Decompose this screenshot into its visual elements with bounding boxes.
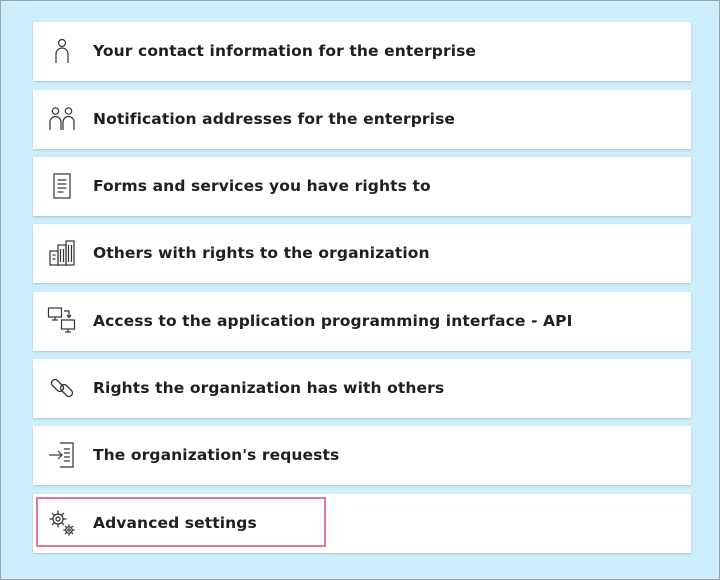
building-icon (47, 238, 77, 268)
person-icon (47, 36, 77, 66)
menu-item-rights-with-others[interactable]: Rights the organization has with others (33, 359, 691, 418)
menu-item-label: Your contact information for the enterpr… (93, 42, 477, 60)
gears-icon (47, 508, 77, 538)
menu-item-contact-information[interactable]: Your contact information for the enterpr… (33, 22, 691, 81)
menu-item-label: Rights the organization has with others (93, 379, 445, 397)
menu-item-label: The organization's requests (93, 446, 340, 464)
menu-item-others-with-rights[interactable]: Others with rights to the organization (33, 224, 691, 283)
link-icon (47, 373, 77, 403)
arrow-into-document-icon (47, 440, 77, 470)
settings-panel: Your contact information for the enterpr… (0, 0, 720, 580)
computers-icon (47, 306, 77, 336)
menu-item-label: Access to the application programming in… (93, 312, 573, 330)
menu-item-label: Advanced settings (93, 514, 257, 532)
menu-item-organization-requests[interactable]: The organization's requests (33, 426, 691, 485)
menu-item-label: Notification addresses for the enterpris… (93, 110, 456, 128)
menu-item-notification-addresses[interactable]: Notification addresses for the enterpris… (33, 90, 691, 149)
menu-item-api-access[interactable]: Access to the application programming in… (33, 292, 691, 351)
menu-item-label: Others with rights to the organization (93, 244, 430, 262)
menu-item-advanced-settings[interactable]: Advanced settings (33, 494, 691, 553)
document-icon (47, 171, 77, 201)
menu-item-forms-and-services[interactable]: Forms and services you have rights to (33, 157, 691, 216)
menu-item-label: Forms and services you have rights to (93, 177, 431, 195)
people-icon (47, 104, 77, 134)
